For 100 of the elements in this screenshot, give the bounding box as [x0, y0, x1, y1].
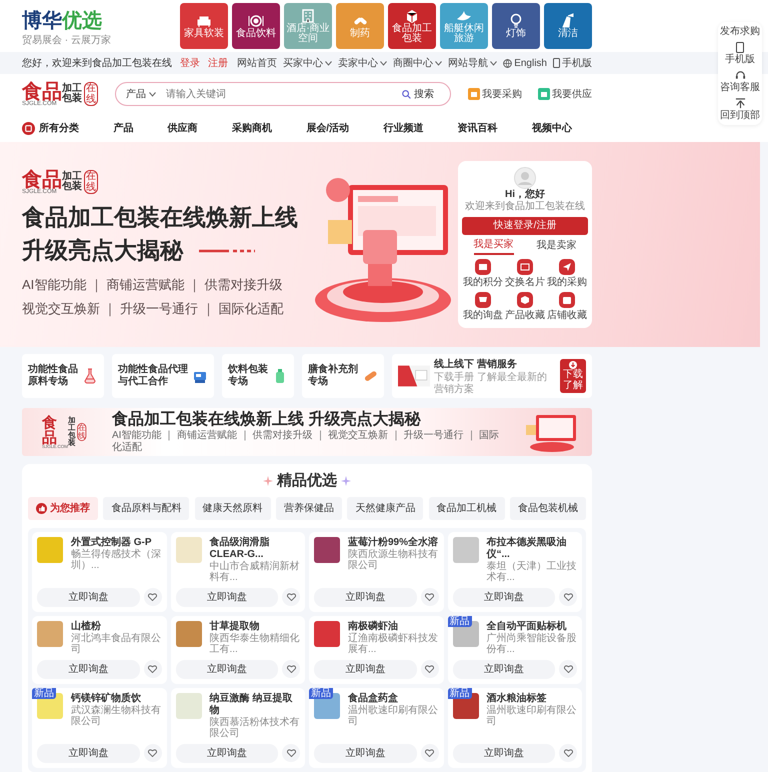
inquire-button[interactable]: 立即询盘	[452, 744, 555, 762]
all-categories-menu[interactable]: 所有分类	[22, 120, 79, 136]
zone-card[interactable]: 饮料包装专场	[222, 354, 294, 398]
nav-link[interactable]: 产品	[113, 120, 134, 136]
product-card[interactable]: 钙镁锌矿物质饮 武汉森澜生物科技有限公司 立即询盘 新品	[32, 688, 166, 768]
product-card[interactable]: 南极磷虾油 辽渔南极磷虾科技发展有... 立即询盘	[309, 616, 444, 684]
category-tab[interactable]: 食品原料与配料	[103, 496, 190, 520]
product-card[interactable]: 山楂粉 河北鸿丰食品有限公司 立即询盘	[32, 616, 166, 684]
role-tab[interactable]: 我是买家	[474, 238, 514, 255]
category-tile[interactable]: 食品加工包装	[388, 3, 436, 49]
search-button[interactable]: 搜索	[396, 86, 440, 102]
inquire-button[interactable]: 立即询盘	[314, 660, 416, 678]
category-tab[interactable]: 健康天然原料	[194, 496, 271, 520]
side-tool-button[interactable]: 手机版	[725, 42, 755, 65]
category-tile[interactable]: 家具软装	[180, 3, 228, 49]
product-name[interactable]: 南极磷虾油	[348, 620, 438, 632]
product-card[interactable]: 纳豆激酶 纳豆提取物 陕西慕活粉体技术有限公司 立即询盘	[170, 688, 305, 768]
inquire-button[interactable]: 立即询盘	[452, 588, 555, 606]
nav-link[interactable]: 采购商机	[232, 120, 272, 136]
nav-link[interactable]: 供应商	[168, 120, 198, 136]
favorite-button[interactable]	[282, 744, 300, 762]
search-bar[interactable]: 产品 请输入关键词 搜索	[115, 82, 451, 106]
product-name[interactable]: 蓝莓汁粉99%全水溶	[348, 536, 438, 548]
header-action-link[interactable]: 我要供应	[538, 86, 592, 102]
favorite-button[interactable]	[420, 744, 438, 762]
product-card[interactable]: 酒水粮油标签 温州歌速印刷有限公司 立即询盘 新品	[448, 688, 582, 768]
side-tool-button[interactable]: 回到顶部	[720, 98, 760, 121]
nav-link[interactable]: 资讯百科	[458, 120, 498, 136]
favorite-button[interactable]	[420, 588, 438, 606]
inquire-button[interactable]: 立即询盘	[452, 660, 555, 678]
zone-card[interactable]: 功能性食品代理与代工合作	[112, 354, 214, 398]
product-name[interactable]: 食品盒药盒	[348, 692, 438, 704]
header-link[interactable]: 网站首页	[237, 56, 278, 70]
favorite-button[interactable]	[559, 744, 577, 762]
product-card[interactable]: 蓝莓汁粉99%全水溶 陕西欣源生物科技有限公司 立即询盘	[309, 532, 444, 612]
product-card[interactable]: 食品级润滑脂CLEAR-G... 中山市合威精润新材料有... 立即询盘	[170, 532, 305, 612]
shortcut-button[interactable]: 产品收藏	[504, 292, 546, 322]
side-tool-button[interactable]: 咨询客服	[720, 70, 760, 93]
header-action-link[interactable]: 我要采购	[468, 86, 522, 102]
role-tab[interactable]: 我是卖家	[536, 238, 577, 255]
favorite-button[interactable]	[144, 744, 162, 762]
shortcut-button[interactable]: 我的积分	[462, 258, 504, 289]
zone-card[interactable]: 功能性食品原料专场	[22, 354, 104, 398]
product-name[interactable]: 酒水粮油标签	[486, 692, 577, 704]
product-name[interactable]: 全自动平面贴标机	[486, 620, 577, 632]
favorite-button[interactable]	[282, 588, 300, 606]
side-tool-button[interactable]: 发布求购	[720, 26, 760, 37]
shortcut-button[interactable]: 我的采购	[546, 258, 588, 289]
download-button[interactable]: 下载了解	[560, 359, 586, 393]
nav-link[interactable]: 行业频道	[383, 120, 424, 136]
shortcut-button[interactable]: 交换名片	[504, 258, 546, 289]
product-name[interactable]: 外置式控制器 G-P	[71, 536, 162, 548]
product-name[interactable]: 山楂粉	[71, 620, 162, 632]
product-name[interactable]: 食品级润滑脂CLEAR-G...	[210, 536, 300, 560]
category-tab[interactable]: 营养保健品	[276, 496, 342, 520]
header-link[interactable]: 手机版	[553, 56, 592, 70]
product-name[interactable]: 布拉本德炭黑吸油仪“...	[486, 536, 577, 560]
category-tab[interactable]: 食品加工机械	[428, 496, 505, 520]
scope-dropdown[interactable]: 产品	[126, 86, 164, 102]
register-link[interactable]: 注册	[208, 56, 228, 70]
shortcut-button[interactable]: 店铺收藏	[546, 292, 588, 322]
inquire-button[interactable]: 立即询盘	[37, 588, 140, 606]
product-card[interactable]: 全自动平面贴标机 广州尚乘智能设备股份有... 立即询盘 新品	[448, 616, 582, 684]
product-name[interactable]: 钙镁锌矿物质饮	[71, 692, 162, 704]
header-link[interactable]: English	[503, 56, 547, 70]
favorite-button[interactable]	[144, 660, 162, 678]
nav-link[interactable]: 视频中心	[532, 120, 572, 136]
category-tab[interactable]: 天然健康产品	[347, 496, 424, 520]
login-register-button[interactable]: 快速登录/注册	[462, 216, 588, 235]
favorite-button[interactable]	[282, 660, 300, 678]
category-tile[interactable]: 清洁	[544, 3, 592, 49]
product-card[interactable]: 食品盒药盒 温州歌速印刷有限公司 立即询盘 新品	[309, 688, 444, 768]
inquire-button[interactable]: 立即询盘	[176, 744, 278, 762]
category-tile[interactable]: 灯饰	[492, 3, 540, 49]
inquire-button[interactable]: 立即询盘	[37, 660, 140, 678]
header-link[interactable]: 买家中心	[283, 56, 332, 70]
brand-logo[interactable]: 博华优选	[22, 6, 111, 36]
inquire-button[interactable]: 立即询盘	[314, 744, 416, 762]
category-tab[interactable]: 为您推荐	[28, 496, 98, 520]
inquire-button[interactable]: 立即询盘	[176, 588, 278, 606]
zone-card[interactable]: 膳食补充剂专场	[302, 354, 384, 398]
favorite-button[interactable]	[420, 660, 438, 678]
header-link[interactable]: 卖家中心	[338, 56, 388, 70]
product-card[interactable]: 布拉本德炭黑吸油仪“... 泰坦（天津）工业技术有... 立即询盘	[448, 532, 582, 612]
favorite-button[interactable]	[559, 660, 577, 678]
inquire-button[interactable]: 立即询盘	[314, 588, 416, 606]
nav-link[interactable]: 展会/活动	[306, 120, 350, 136]
product-name[interactable]: 甘草提取物	[210, 620, 300, 632]
category-tile[interactable]: 食品饮料	[232, 3, 280, 49]
header-link[interactable]: 商圈中心	[393, 56, 442, 70]
category-tab[interactable]: 食品包装机械	[510, 496, 586, 520]
favorite-button[interactable]	[559, 588, 577, 606]
product-name[interactable]: 纳豆激酶 纳豆提取物	[210, 692, 300, 716]
header-link[interactable]: 网站导航	[448, 56, 498, 70]
shortcut-button[interactable]: 我的询盘	[462, 292, 504, 322]
favorite-button[interactable]	[144, 588, 162, 606]
product-card[interactable]: 甘草提取物 陕西华泰生物精细化工有... 立即询盘	[170, 616, 305, 684]
login-link[interactable]: 登录	[180, 56, 200, 70]
inquire-button[interactable]: 立即询盘	[37, 744, 140, 762]
product-card[interactable]: 外置式控制器 G-P 畅兰得传感技术（深圳）... 立即询盘	[32, 532, 166, 612]
